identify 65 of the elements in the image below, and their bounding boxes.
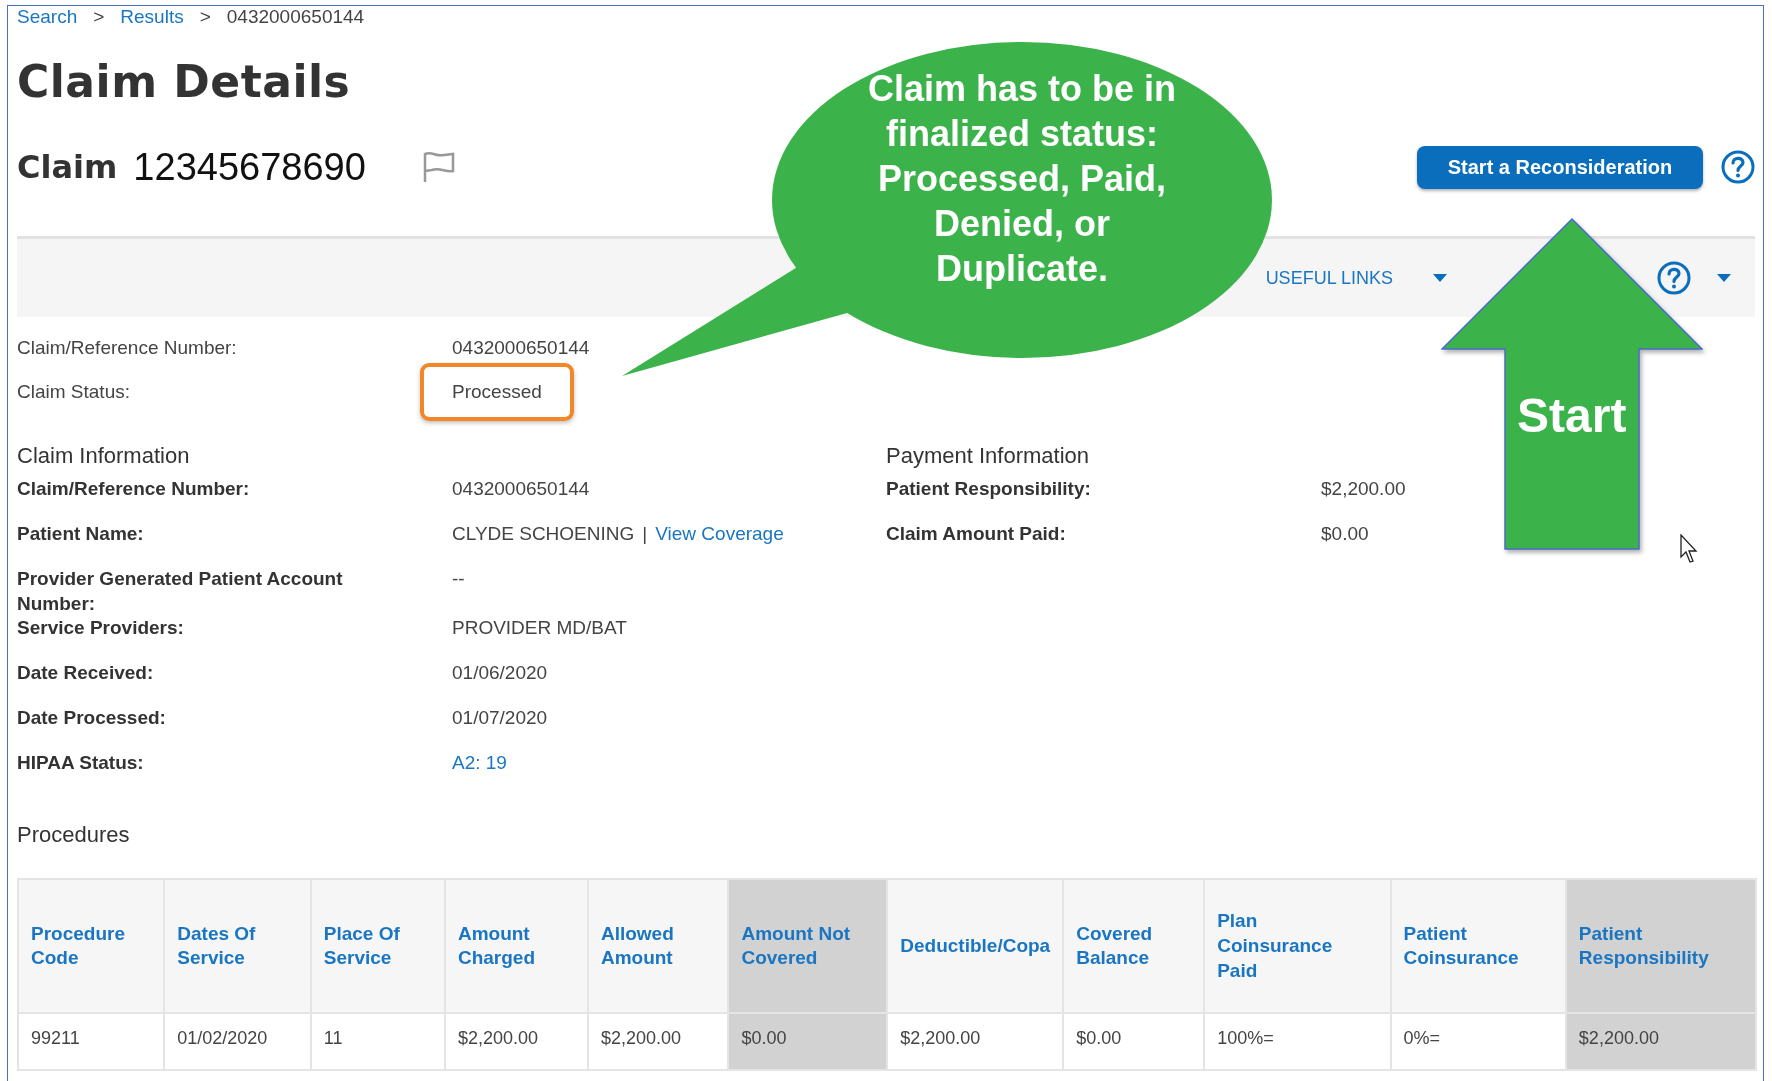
field-label: HIPAA Status: <box>17 751 145 776</box>
table-cell: $2,200.00 <box>444 1013 588 1071</box>
breadcrumb-current: 0432000650144 <box>226 6 365 28</box>
table-cell: 01/02/2020 <box>164 1013 311 1071</box>
field-label: Date Received: <box>17 661 155 686</box>
field-value: 0432000650144 <box>452 337 590 359</box>
field-label: Claim Amount Paid: <box>886 522 1067 546</box>
field-label: Claim/Reference Number: <box>17 337 238 359</box>
claim-number: 12345678690 <box>133 145 366 189</box>
table-cell: $0.00 <box>728 1013 888 1071</box>
field-value: 01/07/2020 <box>452 706 548 731</box>
separator: | <box>642 522 648 546</box>
help-icon[interactable] <box>1657 261 1691 295</box>
table-cell: 11 <box>310 1013 445 1071</box>
column-header[interactable]: Covered Balance <box>1063 879 1205 1014</box>
view-coverage-link[interactable]: View Coverage <box>655 522 784 547</box>
column-header[interactable]: Plan Coinsurance Paid <box>1204 879 1391 1014</box>
start-reconsideration-button[interactable]: Start a Reconsideration <box>1417 145 1703 189</box>
field-label: Claim/Reference Number: <box>17 477 251 501</box>
field-label: Patient Responsibility: <box>886 477 1092 501</box>
field-value: CLYDE SCHOENING <box>452 522 635 546</box>
column-header[interactable]: Amount Charged <box>444 879 588 1014</box>
field-value: Processed <box>420 363 574 421</box>
caret-icon[interactable] <box>1433 274 1447 282</box>
table-cell: 99211 <box>18 1013 165 1071</box>
help-icon[interactable] <box>1721 150 1755 184</box>
field-label: Claim Status: <box>17 381 131 403</box>
table-cell: 0%= <box>1390 1013 1566 1071</box>
column-header[interactable]: Patient Coinsurance <box>1390 879 1566 1014</box>
field-label: Service Providers: <box>17 616 185 641</box>
breadcrumb-link[interactable]: Search <box>17 6 78 28</box>
section-heading: Procedures <box>17 822 131 849</box>
field-value: $0.00 <box>1321 522 1369 546</box>
column-header[interactable]: Place Of Service <box>310 879 445 1014</box>
column-header[interactable]: Deductible/Copa <box>887 879 1064 1014</box>
table-cell: $0.00 <box>1063 1013 1205 1071</box>
field-label: Patient Name: <box>17 522 145 546</box>
flag-icon[interactable] <box>421 151 456 183</box>
section-heading: Payment Information <box>886 443 1090 469</box>
claim-label: Claim <box>17 148 118 186</box>
field-value: -- <box>452 567 465 591</box>
column-header[interactable]: Allowed Amount <box>587 879 729 1014</box>
useful-links-menu[interactable]: USEFUL LINKS <box>1265 267 1393 289</box>
column-header[interactable]: Amount Not Covered <box>728 879 888 1014</box>
section-heading: Claim Information <box>17 443 191 469</box>
field-label: Provider Generated Patient Account Number: <box>17 567 344 616</box>
field-label: Date Processed: <box>17 706 167 731</box>
breadcrumb-separator: > <box>93 6 105 28</box>
column-header[interactable]: Patient Responsibility <box>1565 879 1756 1014</box>
field-value: 0432000650144 <box>452 477 590 501</box>
field-value: 01/06/2020 <box>452 661 548 686</box>
breadcrumb-separator: > <box>199 6 211 28</box>
table-cell: $2,200.00 <box>887 1013 1064 1071</box>
callout-text: Claim has to be in finalized status: Processed, Paid, Denied, or Duplicate. <box>866 67 1178 291</box>
column-header[interactable]: Dates Of Service <box>164 879 311 1014</box>
table-cell: $2,200.00 <box>1565 1013 1756 1071</box>
field-value: PROVIDER MD/BAT <box>452 616 627 641</box>
page-title: Claim Details <box>17 60 351 104</box>
field-value: $2,200.00 <box>1321 477 1406 501</box>
column-header[interactable]: Procedure Code <box>18 879 165 1014</box>
field-value-link[interactable]: A2: 19 <box>452 751 507 777</box>
caret-icon[interactable] <box>1717 274 1731 282</box>
breadcrumb-link[interactable]: Results <box>120 6 184 28</box>
table-cell: 100%= <box>1204 1013 1391 1071</box>
arrow-label: Start <box>1517 388 1627 443</box>
